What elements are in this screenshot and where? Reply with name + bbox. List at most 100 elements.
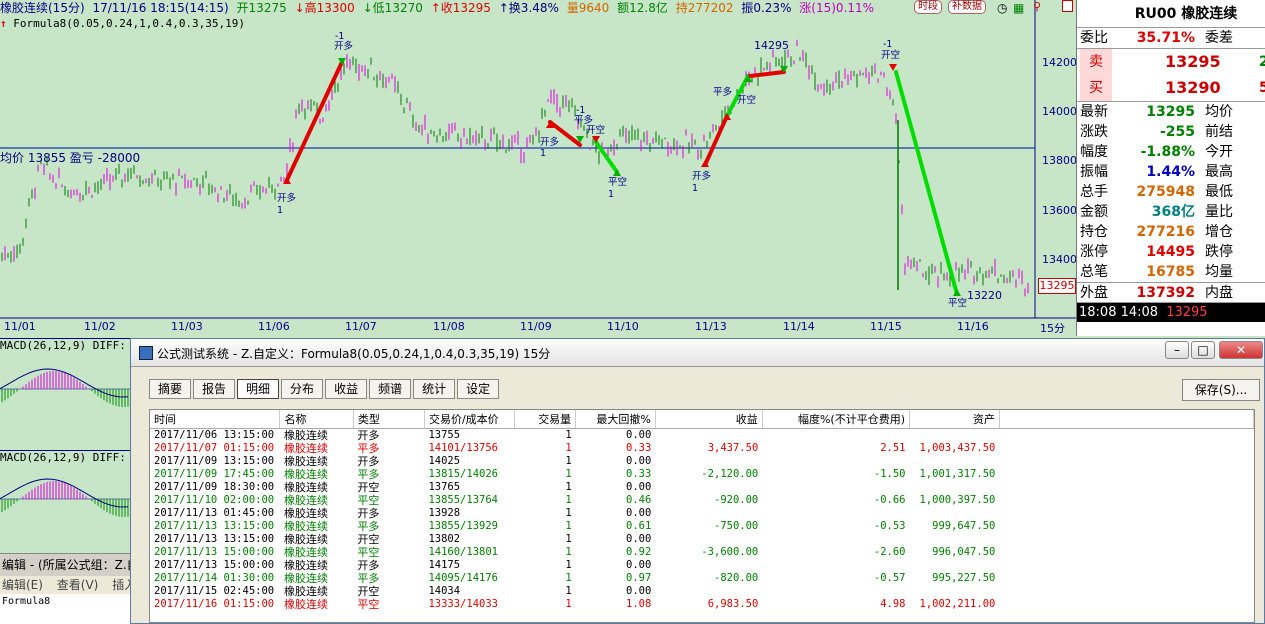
cell-pct [762,455,909,468]
cell-asset: 1,003,437.50 [919,441,996,454]
signal-label: 平空 [948,298,968,309]
cell-dd: 0.46 [626,493,652,506]
cell-dd: 0.61 [626,519,652,532]
ask-row[interactable]: 卖 13295 2 [1077,49,1265,75]
formula-editor-window[interactable]: 编辑 - (所属公式组：Z.自定 编辑(E) 查看(V) 插入(I) Formu… [0,553,132,624]
cell-asset: 999,647.50 [932,519,996,532]
quote-key: 量比 [1205,204,1233,220]
menu-view[interactable]: 查看(V) [57,578,99,592]
column-header[interactable]: 资产 [909,410,1000,429]
time-period-button[interactable]: 时段 [914,0,942,14]
bid-ask-section: 卖 13295 2 买 13290 5 [1077,48,1265,101]
tab-0[interactable]: 摘要 [149,379,192,399]
cell-asset [910,559,1000,572]
book-icon[interactable]: ▦ [1013,1,1024,15]
cell-dd: 0.33 [626,441,652,454]
price-chart-canvas[interactable] [0,0,1076,336]
cell-price: 14034 [428,584,461,597]
tab-6[interactable]: 统计 [413,379,456,399]
table-row[interactable]: 2017/11/09 17:45:00 橡胶连续 平多 13815/14026 1 0.3… [150,468,1254,481]
formula-test-dialog[interactable]: 公式测试系统 - Z.自定义：Formula8(0.05,0.24,1,0.4,… [130,338,1265,624]
cell-filler [999,494,1253,507]
close-button[interactable]: ✕ [1219,341,1263,359]
cell-time: 2017/11/09 17:45:00 [154,467,275,480]
table-row[interactable]: 2017/11/09 13:15:00 橡胶连续 开多 14025 1 0.00 [150,455,1254,468]
tab-7[interactable]: 设定 [457,379,500,399]
column-header[interactable]: 交易量 [514,410,577,429]
tab-3[interactable]: 分布 [281,379,324,399]
cell-type: 平空 [357,597,380,611]
table-row[interactable]: 2017/11/14 01:30:00 橡胶连续 平多 14095/14176 1 0.9… [150,572,1254,585]
column-header[interactable]: 名称 [279,410,354,429]
high-value: ↓高13300 [294,1,355,15]
cell-filler [999,559,1253,572]
cell-price: 13333/14033 [428,597,498,610]
price-tick: 14200 [1042,56,1077,69]
table-row[interactable]: 2017/11/13 01:45:00 橡胶连续 开多 13928 1 0.00 [150,507,1254,520]
app-icon [139,346,153,360]
quote-value: -1.88% [1140,144,1195,160]
table-row[interactable]: 2017/11/13 13:15:00 橡胶连续 平多 13855/13929 1 0.6… [150,520,1254,533]
fill-data-button[interactable]: 补数据 [948,0,986,14]
signal-label: 平多 [713,87,733,98]
cell-profit: -750.00 [714,519,759,532]
date-tick: 11/15 [870,320,902,333]
clock-icon[interactable]: ◷ [997,1,1007,15]
table-row[interactable]: 2017/11/10 02:00:00 橡胶连续 平空 13855/13764 1 0.4… [150,494,1254,507]
table-row[interactable]: 2017/11/16 01:15:00 橡胶连续 平空 13333/14033 1 1.0… [150,598,1254,611]
cell-profit [655,533,762,546]
table-row[interactable]: 2017/11/13 15:00:00 橡胶连续 开多 14175 1 0.00 [150,559,1254,572]
quote-key: 均量 [1205,264,1233,280]
macd-panel[interactable]: MACD(26,12,9) DIFF: [0,338,132,448]
editor-textarea[interactable]: Formula8 [0,594,132,624]
signal-label: 开多 [277,193,297,204]
minimize-button[interactable]: – [1165,341,1189,359]
tab-5[interactable]: 频谱 [369,379,412,399]
cell-dd: 0.00 [626,506,652,519]
table-row[interactable]: 2017/11/13 15:00:00 橡胶连续 平空 14160/13801 1 0.9… [150,546,1254,559]
cell-profit: -3,600.00 [701,545,759,558]
column-header[interactable]: 时间 [150,410,281,429]
signal-label: 1 [608,189,615,200]
menu-edit[interactable]: 编辑(E) [2,578,43,592]
table-row[interactable]: 2017/11/15 02:45:00 橡胶连续 开空 14034 1 0.00 [150,585,1254,598]
column-header[interactable]: 幅度%(不计平仓费用) [762,410,911,429]
column-header[interactable]: 收益 [655,410,763,429]
cell-time: 2017/11/09 13:15:00 [154,454,275,467]
pin-icon[interactable]: ⚲ [1033,0,1041,13]
signal-label: 1 [692,183,699,194]
cell-vol: 1 [565,480,572,493]
panel-toggle-icon[interactable] [1062,0,1073,12]
editor-title: 编辑 - (所属公式组：Z.自定 [0,554,132,576]
table-row[interactable]: 2017/11/07 01:15:00 橡胶连续 平多 14101/13756 1 0.3… [150,442,1254,455]
quote-value: -255 [1159,124,1195,140]
trade-detail-table[interactable]: 时间 名称 类型 交易价/成本价 交易量 最大回撤% 收益 幅度%(不计平仓费用) 资产 201… [149,409,1255,623]
cell-time: 2017/11/13 13:15:00 [154,532,275,545]
cell-price: 13755 [428,428,461,441]
trade-segment [894,70,959,296]
quote-row: 幅度 -1.88% 今开 [1077,142,1265,162]
tab-1[interactable]: 报告 [193,379,236,399]
cell-pct: -2.60 [873,545,906,558]
cell-filler [999,546,1253,559]
maximize-button[interactable]: □ [1191,341,1215,359]
cell-dd: 0.92 [626,545,652,558]
cell-filler [999,455,1253,468]
column-header[interactable]: 交易价/成本价 [424,410,515,429]
dialog-titlebar[interactable]: 公式测试系统 - Z.自定义：Formula8(0.05,0.24,1,0.4,… [131,339,1264,367]
price-chart[interactable]: 橡胶连续(15分) 17/11/16 18:15(14:15) 开13275 ↓… [0,0,1077,336]
bid-row[interactable]: 买 13290 5 [1077,75,1265,101]
column-header[interactable]: 类型 [353,410,425,429]
table-row[interactable]: 2017/11/09 18:30:00 橡胶连续 开空 13765 1 0.00 [150,481,1254,494]
save-button[interactable]: 保存(S)... [1182,379,1260,401]
table-row[interactable]: 2017/11/13 13:15:00 橡胶连续 开空 13802 1 0.00 [150,533,1254,546]
column-header[interactable]: 最大回撤% [575,410,656,429]
volume-value: 量9640 [566,1,610,15]
cell-dd: 0.00 [626,454,652,467]
table-row[interactable]: 2017/11/06 13:15:00 橡胶连续 开多 13755 1 0.00 [150,428,1254,442]
macd-panel-2[interactable]: MACD(26,12,9) DIFF: [0,450,132,553]
tab-2[interactable]: 明细 [237,379,280,399]
tab-4[interactable]: 收益 [325,379,368,399]
cell-dd: 0.00 [626,532,652,545]
cell-profit [655,559,762,572]
